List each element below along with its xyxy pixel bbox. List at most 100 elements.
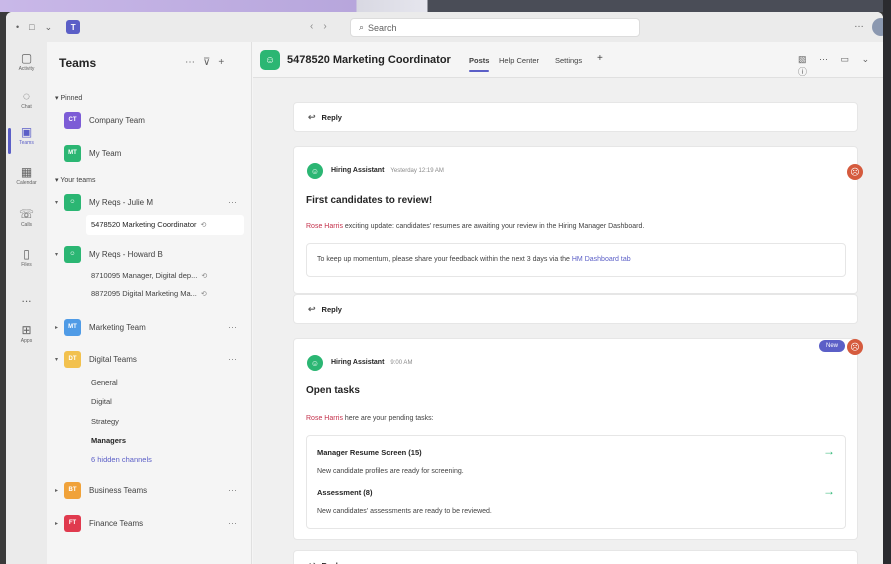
team-reqs-howard[interactable]: ▾ ☺ My Reqs - Howard B	[55, 243, 245, 265]
post-text: Rose Harris exciting update: candidates'…	[306, 223, 645, 230]
calendar-icon: ▦	[20, 165, 33, 179]
nav-arrows[interactable]: ‹›	[310, 21, 337, 32]
team-name: My Reqs - Howard B	[89, 249, 163, 259]
window-menu-icon[interactable]: •	[16, 22, 19, 32]
meeting-icon[interactable]: ▧	[798, 54, 812, 64]
bot-icon: ⟲	[200, 291, 207, 298]
bot-icon: ⟲	[201, 273, 208, 280]
team-digital[interactable]: ▾ DT Digital Teams ⋯	[55, 348, 245, 370]
channel-marketing-coordinator[interactable]: 5478520 Marketing Coordinator ⟲	[86, 215, 244, 235]
team-my-team[interactable]: MT My Team	[55, 142, 245, 164]
reaction-icon[interactable]: ☹	[847, 164, 863, 180]
team-company[interactable]: CT Company Team	[55, 109, 245, 131]
tab-help-center[interactable]: Help Center	[499, 56, 539, 65]
tab-posts[interactable]: Posts	[469, 56, 490, 72]
arrow-right-icon[interactable]: →	[823, 484, 835, 498]
mention[interactable]: Rose Harris	[306, 415, 343, 422]
search-placeholder: Search	[368, 22, 397, 33]
apps-icon: ⊞	[21, 323, 32, 337]
team-avatar: DT	[64, 350, 81, 368]
more-icon[interactable]: ⋯	[228, 354, 237, 365]
bell-icon: ▢	[20, 51, 33, 65]
more-icon: ...	[21, 291, 32, 305]
more-icon[interactable]: ⋯	[228, 485, 237, 496]
add-tab-button[interactable]: +	[597, 53, 603, 64]
sidebar-title: Teams	[59, 56, 97, 70]
team-reqs-julie[interactable]: ▾ ☺ My Reqs - Julie M ⋯	[55, 191, 245, 213]
more-icon[interactable]: ⋯	[228, 518, 237, 529]
avatar[interactable]	[872, 18, 883, 36]
pinned-section[interactable]: ▾ Pinned	[55, 94, 82, 102]
team-avatar: MT	[64, 318, 81, 336]
team-name: Business Teams	[89, 485, 148, 495]
phone-icon: ☏	[18, 207, 34, 221]
rail-more[interactable]: ...	[6, 292, 47, 305]
team-finance[interactable]: ▸ FT Finance Teams ⋯	[55, 512, 245, 534]
team-business[interactable]: ▸ BT Business Teams ⋯	[55, 479, 245, 501]
arrow-right-icon[interactable]: →	[823, 444, 835, 458]
header-tools[interactable]: ▧ ⋯ ▭ ⌄ ⓘ	[798, 54, 883, 78]
chevron-right-icon[interactable]: ▸	[55, 324, 61, 331]
channel-bot-icon: ☺	[260, 50, 280, 70]
channel-strategy[interactable]: Strategy	[91, 417, 119, 426]
rail-files[interactable]: ▯ Files	[6, 247, 47, 269]
hidden-channels-link[interactable]: 6 hidden channels	[91, 455, 152, 464]
tab-settings[interactable]: Settings	[555, 56, 582, 65]
info-icon[interactable]: ⓘ	[798, 67, 812, 77]
rail-activity[interactable]: ▢ Activity	[6, 51, 47, 73]
search-icon: ⌕	[359, 22, 365, 32]
channel-digital-marketing[interactable]: 8872095 Digital Marketing Ma... ⟲	[91, 289, 207, 298]
reply-button[interactable]: ↩Reply	[293, 294, 858, 324]
your-teams-section[interactable]: ▾ Your teams	[55, 176, 96, 184]
team-marketing[interactable]: ▸ MT Marketing Team ⋯	[55, 316, 245, 338]
filter-icon[interactable]: ⊽	[203, 57, 218, 68]
sidebar-tools[interactable]: ⋯⊽+	[185, 57, 232, 68]
add-icon[interactable]: +	[218, 57, 232, 68]
rail-apps[interactable]: ⊞ Apps	[6, 323, 47, 345]
team-avatar-icon: ☺	[64, 245, 81, 263]
team-name: Marketing Team	[89, 322, 146, 332]
reply-button[interactable]: ↩Reply	[293, 550, 858, 564]
rail-teams[interactable]: ▣ Teams	[6, 126, 47, 154]
restore-icon[interactable]: □	[29, 22, 34, 32]
video-icon[interactable]: ▭	[841, 54, 855, 64]
mention[interactable]: Rose Harris	[306, 223, 343, 230]
chevron-down-icon[interactable]: ⌄	[862, 54, 875, 64]
more-options-icon[interactable]: ⋯	[819, 54, 833, 64]
team-avatar-icon: ☺	[64, 193, 81, 211]
rail-calendar[interactable]: ▦ Calendar	[6, 165, 47, 187]
bot-avatar-icon: ☺	[307, 163, 323, 179]
chevron-down-icon[interactable]: ▾	[55, 251, 61, 258]
rail-calls[interactable]: ☏ Calls	[6, 207, 47, 229]
more-icon[interactable]: ⋯	[228, 322, 237, 333]
search-box[interactable]: ⌕ Search	[350, 18, 640, 37]
chevron-right-icon[interactable]: ▸	[55, 487, 61, 494]
file-icon: ▯	[23, 247, 30, 261]
post-time: Yesterday 12:19 AM	[390, 168, 444, 174]
chevron-down-icon[interactable]: ▾	[55, 199, 61, 206]
channel-general[interactable]: General	[91, 378, 118, 387]
more-options-icon[interactable]: ⋯	[185, 57, 203, 68]
dropdown-icon[interactable]: ⌄	[45, 22, 53, 33]
team-name: My Team	[89, 148, 122, 158]
task-desc: New candidates' assessments are ready to…	[317, 508, 492, 515]
post-open-tasks: ☺ Hiring Assistant 9:00 AM Open tasks Ros…	[293, 338, 858, 540]
post-text: Rose Harris here are your pending tasks:	[306, 415, 434, 422]
rail-chat[interactable]: ◌ Chat	[6, 90, 47, 111]
channel-title: 5478520 Marketing Coordinator	[287, 54, 451, 66]
reaction-icon[interactable]: ☹	[847, 339, 863, 355]
teams-logo-icon: T	[66, 20, 81, 34]
bot-avatar-icon: ☺	[307, 355, 323, 371]
reply-button[interactable]: ↩Reply	[293, 102, 858, 132]
channel-digital[interactable]: Digital	[91, 397, 112, 406]
chevron-down-icon[interactable]: ▾	[55, 356, 61, 363]
channel-managers[interactable]: Managers	[91, 436, 126, 445]
channel-manager-digital[interactable]: 8710095 Manager, Digital dep... ⟲	[91, 271, 207, 280]
hm-dashboard-link[interactable]: HM Dashboard tab	[572, 256, 631, 263]
more-icon[interactable]: ⋯	[228, 197, 237, 208]
title-bar: • □ ⌄ T ‹› ⌕ Search …	[6, 12, 883, 42]
teams-sidebar: Teams ⋯⊽+ ▾ Pinned CT Company Team MT My…	[47, 42, 252, 564]
bot-icon: ⟲	[200, 222, 207, 229]
more-options-icon[interactable]: …	[854, 19, 864, 30]
chevron-right-icon[interactable]: ▸	[55, 520, 61, 527]
